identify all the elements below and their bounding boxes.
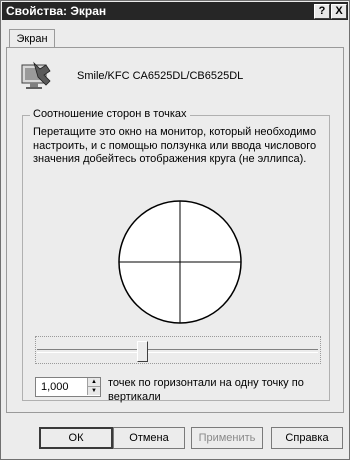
cancel-button[interactable]: Отмена (113, 427, 185, 449)
ratio-value[interactable]: 1,000 (41, 381, 69, 393)
monitor-settings-icon (21, 61, 51, 89)
spin-down-icon[interactable]: ▼ (87, 387, 100, 395)
slider-track (37, 349, 318, 353)
device-name: Smile/KFC CA6525DL/CB6525DL (77, 70, 244, 82)
instructions-text: Перетащите это окно на монитор, который … (33, 126, 317, 165)
calibration-circle (118, 200, 242, 324)
help-dialog-button[interactable]: Справка (271, 427, 343, 449)
properties-window: Свойства: Экран ? X Экран Smile/KFC CA65… (0, 0, 350, 460)
ok-button[interactable]: ОК (39, 427, 113, 449)
title-bar[interactable]: Свойства: Экран ? X (2, 2, 348, 20)
aspect-ratio-slider[interactable] (37, 338, 318, 362)
apply-button[interactable]: Применить (191, 427, 263, 449)
help-button[interactable]: ? (314, 4, 330, 19)
slider-thumb[interactable] (137, 341, 148, 362)
spin-up-icon[interactable]: ▲ (87, 378, 100, 387)
window-title: Свойства: Экран (6, 4, 107, 18)
ratio-label: точек по горизонтали на одну точку по ве… (108, 377, 304, 403)
close-button[interactable]: X (331, 4, 347, 19)
tab-screen[interactable]: Экран (9, 29, 55, 49)
ratio-spinbox[interactable]: 1,000 ▲ ▼ (35, 377, 101, 397)
aspect-ratio-group-label: Соотношение сторон в точках (30, 108, 190, 120)
